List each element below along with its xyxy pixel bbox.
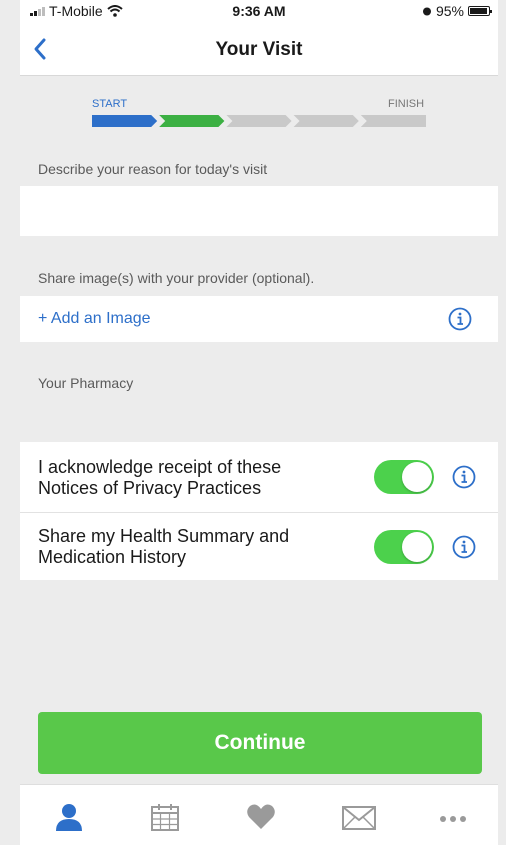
add-image-link[interactable]: + Add an Image <box>38 310 151 328</box>
health-summary-label: Share my Health Summary and Medication H… <box>38 526 290 567</box>
toggle-knob <box>402 462 432 492</box>
progress-step-2 <box>159 115 225 127</box>
tab-more[interactable] <box>404 785 500 845</box>
reason-label: Describe your reason for today's visit <box>38 161 268 177</box>
privacy-notice-row: I acknowledge receipt of these Notices o… <box>20 442 498 513</box>
calendar-icon <box>151 804 179 831</box>
page-title: Your Visit <box>215 39 303 60</box>
toggle-knob <box>402 532 432 562</box>
progress-step-5 <box>360 115 426 127</box>
pharmacy-label: Your Pharmacy <box>38 375 134 391</box>
person-icon <box>56 804 82 831</box>
add-image-row: + Add an Image <box>20 296 498 342</box>
battery-icon <box>468 6 492 16</box>
info-icon[interactable] <box>452 535 476 559</box>
progress-bar <box>92 115 426 127</box>
heart-icon <box>247 804 275 829</box>
progress-section: START FINISH Describe your reason for to… <box>20 76 498 186</box>
health-summary-toggle[interactable] <box>374 530 434 564</box>
continue-button[interactable]: Continue <box>38 712 482 774</box>
nav-bar: Your Visit <box>20 22 498 76</box>
share-images-label: Share image(s) with your provider (optio… <box>38 270 315 286</box>
health-summary-row: Share my Health Summary and Medication H… <box>20 513 498 580</box>
envelope-icon <box>342 806 376 830</box>
privacy-notice-label: I acknowledge receipt of these Notices o… <box>38 457 282 498</box>
more-icon <box>440 816 466 822</box>
progress-step-4 <box>293 115 359 127</box>
visit-screen: T-Mobile 9:36 AM 95% Your Visit START FI… <box>20 0 498 845</box>
tab-messages[interactable] <box>308 785 404 845</box>
share-images-section: Share image(s) with your provider (optio… <box>20 236 498 296</box>
tab-bar <box>20 784 498 845</box>
info-icon[interactable] <box>452 465 476 489</box>
battery-percent: 95% <box>435 3 464 19</box>
reason-input[interactable] <box>20 186 498 236</box>
tab-schedule[interactable] <box>116 785 212 845</box>
privacy-notice-toggle[interactable] <box>374 460 434 494</box>
tab-profile[interactable] <box>20 785 116 845</box>
progress-step-1 <box>92 115 158 127</box>
status-bar: T-Mobile 9:36 AM 95% <box>20 0 498 22</box>
progress-step-3 <box>226 115 292 127</box>
info-icon[interactable] <box>448 307 472 331</box>
tab-health[interactable] <box>212 785 308 845</box>
alarm-icon <box>422 7 431 16</box>
progress-start-label: START <box>92 98 128 110</box>
progress-finish-label: FINISH <box>388 98 425 110</box>
pharmacy-section[interactable]: Your Pharmacy <box>20 342 498 442</box>
